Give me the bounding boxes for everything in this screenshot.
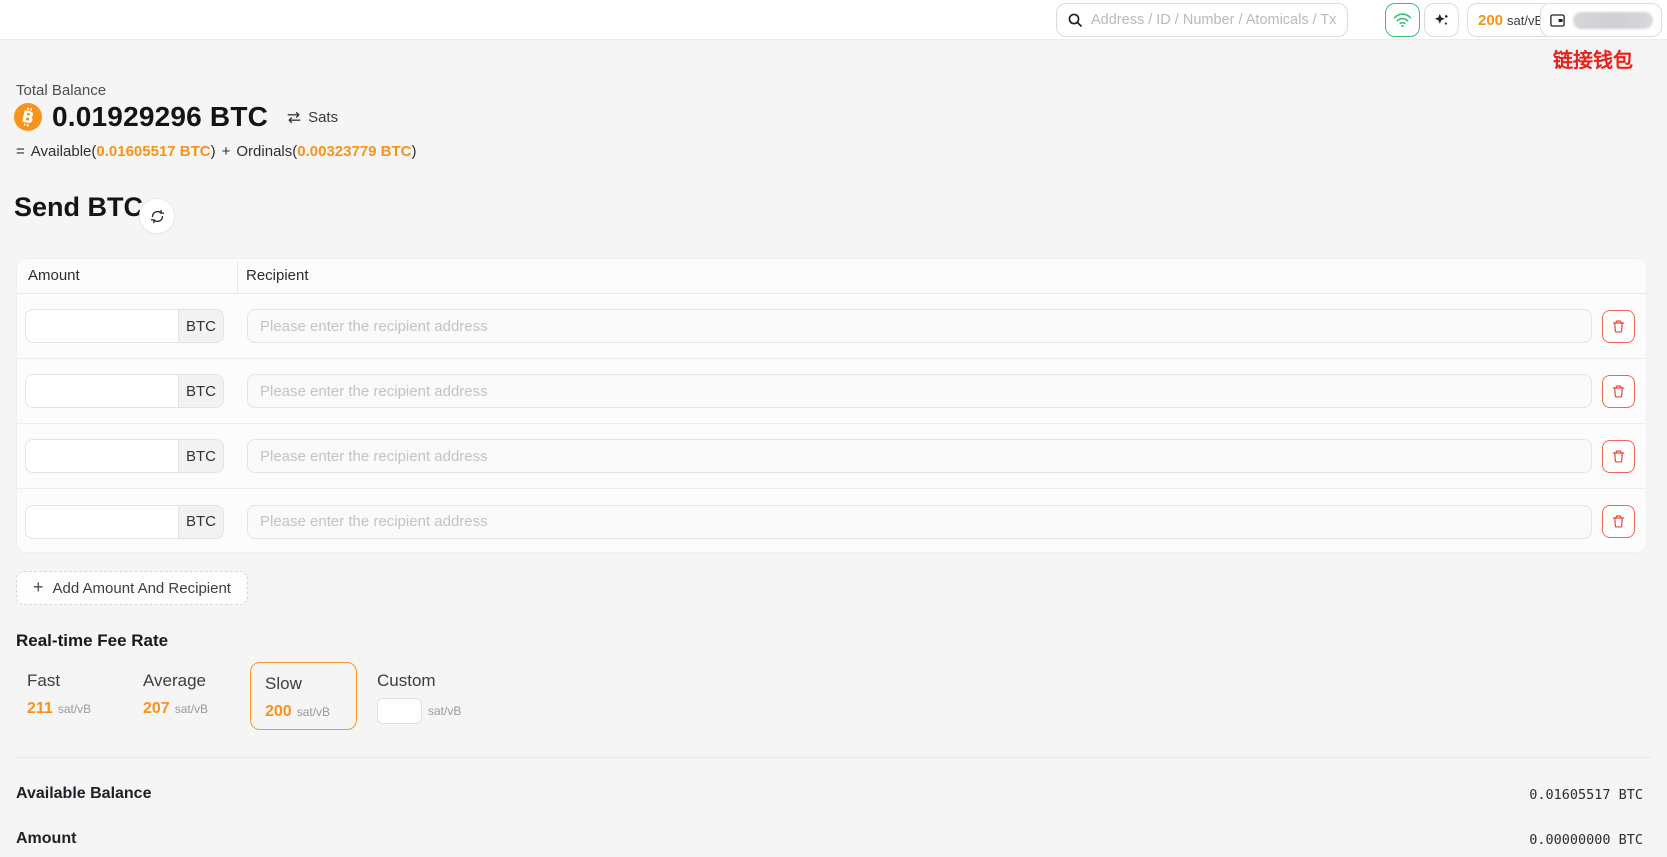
- search-box[interactable]: [1056, 3, 1348, 37]
- plus-icon: +: [33, 578, 44, 596]
- add-button-label: Add Amount And Recipient: [53, 580, 231, 597]
- fee-option-label: Custom: [377, 671, 461, 691]
- equals-sign: =: [16, 143, 25, 160]
- fee-option-value: 211: [27, 700, 53, 718]
- trash-icon: [1611, 384, 1626, 399]
- fee-option-average[interactable]: Average 207 sat/vB: [143, 671, 208, 718]
- sparkles-button[interactable]: [1424, 3, 1459, 37]
- network-status-button[interactable]: [1385, 3, 1420, 37]
- total-balance-row: B 0.01929296 BTC Sats: [14, 101, 338, 133]
- plus-sign: +: [222, 143, 231, 160]
- add-amount-recipient-button[interactable]: + Add Amount And Recipient: [16, 571, 248, 605]
- available-balance-label: Available Balance: [16, 785, 151, 803]
- send-row-2: BTC: [17, 359, 1646, 424]
- summary-divider: [16, 757, 1651, 758]
- amount-input[interactable]: [26, 310, 178, 342]
- recipient-input[interactable]: [247, 309, 1592, 343]
- fee-option-unit: sat/vB: [58, 702, 91, 716]
- column-divider: [237, 262, 238, 293]
- page: 200 sat/vB 链接钱包 输入每份 分配的数量 输入目标钱包地址，如果只在…: [0, 0, 1667, 857]
- amount-input-group: BTC: [25, 505, 224, 539]
- ordinals-value: 0.00323779 BTC: [297, 143, 411, 160]
- column-header-amount: Amount: [28, 267, 80, 284]
- recipient-input[interactable]: [247, 505, 1592, 539]
- amount-input-group: BTC: [25, 374, 224, 408]
- fee-option-value: 200: [265, 703, 292, 721]
- custom-fee-input[interactable]: [377, 698, 422, 724]
- currency-addon: BTC: [178, 310, 223, 342]
- search-icon: [1067, 12, 1083, 28]
- fee-option-value: 207: [143, 700, 170, 718]
- refresh-button[interactable]: [139, 198, 175, 234]
- fee-option-label: Fast: [27, 671, 91, 691]
- swap-icon: [286, 111, 302, 124]
- amount-input-group: BTC: [25, 309, 224, 343]
- amount-total-label: Amount: [16, 830, 76, 848]
- table-header: Amount Recipient: [17, 259, 1646, 294]
- trash-icon: [1611, 514, 1626, 529]
- page-title: Send BTC: [14, 192, 143, 223]
- fee-badge-value: 200: [1478, 12, 1503, 29]
- delete-row-button[interactable]: [1602, 440, 1635, 473]
- fee-option-unit: sat/vB: [428, 704, 461, 718]
- amount-input[interactable]: [26, 506, 178, 538]
- currency-addon: BTC: [178, 440, 223, 472]
- recipient-input[interactable]: [247, 374, 1592, 408]
- amount-input[interactable]: [26, 440, 178, 472]
- fee-option-fast[interactable]: Fast 211 sat/vB: [27, 671, 91, 718]
- balance-breakdown: = Available(0.01605517 BTC) + Ordinals(0…: [16, 143, 417, 160]
- bitcoin-icon: B: [14, 103, 42, 131]
- delete-row-button[interactable]: [1602, 310, 1635, 343]
- wifi-icon: [1393, 12, 1412, 28]
- recipient-input[interactable]: [247, 439, 1592, 473]
- fee-badge-unit: sat/vB: [1507, 13, 1543, 28]
- topbar: 200 sat/vB: [0, 0, 1667, 40]
- search-input[interactable]: [1091, 12, 1337, 28]
- currency-addon: BTC: [178, 506, 223, 538]
- amount-total-value: 0.00000000 BTC: [1529, 832, 1643, 848]
- fee-option-label: Slow: [265, 674, 342, 694]
- currency-addon: BTC: [178, 375, 223, 407]
- annotation-link-wallet: 链接钱包: [1553, 44, 1633, 73]
- wallet-button[interactable]: [1540, 3, 1662, 37]
- amount-input-group: BTC: [25, 439, 224, 473]
- fee-rate-title: Real-time Fee Rate: [16, 631, 168, 651]
- available-balance-value: 0.01605517 BTC: [1529, 787, 1643, 803]
- sats-toggle-button[interactable]: Sats: [286, 109, 338, 126]
- send-row-1: BTC: [17, 294, 1646, 359]
- send-row-3: BTC: [17, 424, 1646, 489]
- total-balance-value: 0.01929296 BTC: [52, 101, 268, 133]
- fee-option-unit: sat/vB: [175, 702, 208, 716]
- wallet-address-redacted: [1573, 12, 1653, 29]
- delete-row-button[interactable]: [1602, 505, 1635, 538]
- send-row-4: BTC: [17, 489, 1646, 554]
- sats-toggle-label: Sats: [308, 109, 338, 126]
- available-value: 0.01605517 BTC: [96, 143, 210, 160]
- delete-row-button[interactable]: [1602, 375, 1635, 408]
- amount-input[interactable]: [26, 375, 178, 407]
- fee-option-slow-selected[interactable]: Slow 200 sat/vB: [250, 662, 357, 730]
- column-header-recipient: Recipient: [246, 267, 309, 284]
- send-rows-card: Amount Recipient BTC: [16, 258, 1647, 553]
- fee-option-custom[interactable]: Custom sat/vB: [377, 671, 461, 724]
- sparkles-icon: [1433, 12, 1450, 29]
- fee-option-label: Average: [143, 671, 208, 691]
- ordinals-part: Ordinals(0.00323779 BTC): [236, 143, 416, 160]
- wallet-icon: [1549, 12, 1566, 29]
- refresh-icon: [149, 208, 166, 225]
- trash-icon: [1611, 449, 1626, 464]
- trash-icon: [1611, 319, 1626, 334]
- available-part: Available(0.01605517 BTC): [31, 143, 216, 160]
- fee-option-unit: sat/vB: [297, 705, 330, 719]
- total-balance-label: Total Balance: [16, 82, 106, 99]
